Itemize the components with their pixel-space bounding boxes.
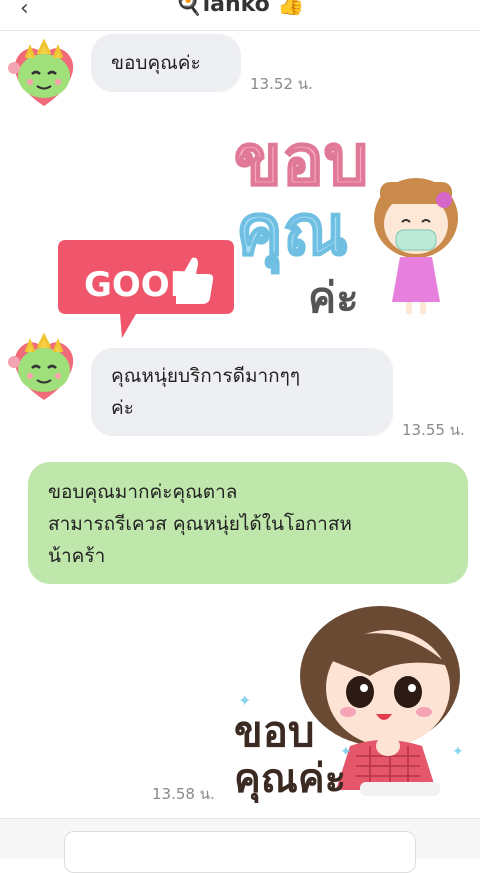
message-text-line: ขอบคุณมากค่ะคุณตาล [48,481,238,503]
sticker-text-line: ขอบ [234,707,315,756]
message-input[interactable] [64,831,416,873]
message-timestamp: 13.55 น. [402,421,465,439]
sticker-text-line: คุณค่ะ [234,756,346,804]
message-text-line: สามารถรีเควส คุณหนุ่ยได้ในโอกาสห [48,513,352,535]
message-text-line: น้าคร้า [48,545,106,567]
message-text-line: ค่ะ [111,397,134,419]
message-bubble-outgoing[interactable]: ขอบคุณมากค่ะคุณตาล สามารถรีเควส คุณหนุ่ย… [28,462,468,584]
avatar[interactable] [4,328,84,408]
message-timestamp: 13.58 น. [152,785,215,803]
svg-text:คุณ: คุณ [236,189,348,274]
message-bubble-incoming[interactable]: คุณหนุ่ยบริการดีมากๆๆ ค่ะ [91,348,393,436]
thank-you-girl-sticker[interactable]: ✦ ✦ ✦ ขอบ คุณค่ะ [230,596,475,806]
message-timestamp: 13.52 น. [250,75,313,93]
message-bubble-incoming[interactable]: ขอบคุณค่ะ [91,34,241,92]
svg-text:✦: ✦ [452,744,464,760]
message-text-line: คุณหนุ่ยบริการดีมากๆๆ [111,365,301,387]
thank-you-girl-mask-sticker[interactable]: ขอบ คุณ ค่ะ [230,112,470,322]
avatar[interactable] [4,34,84,114]
chat-header: ‹ 🍳lanko 👍 [0,0,480,31]
message-text: ขอบคุณค่ะ [111,52,201,74]
chat-title: 🍳lanko 👍 [175,0,305,17]
svg-text:ค่ะ: ค่ะ [308,273,359,322]
